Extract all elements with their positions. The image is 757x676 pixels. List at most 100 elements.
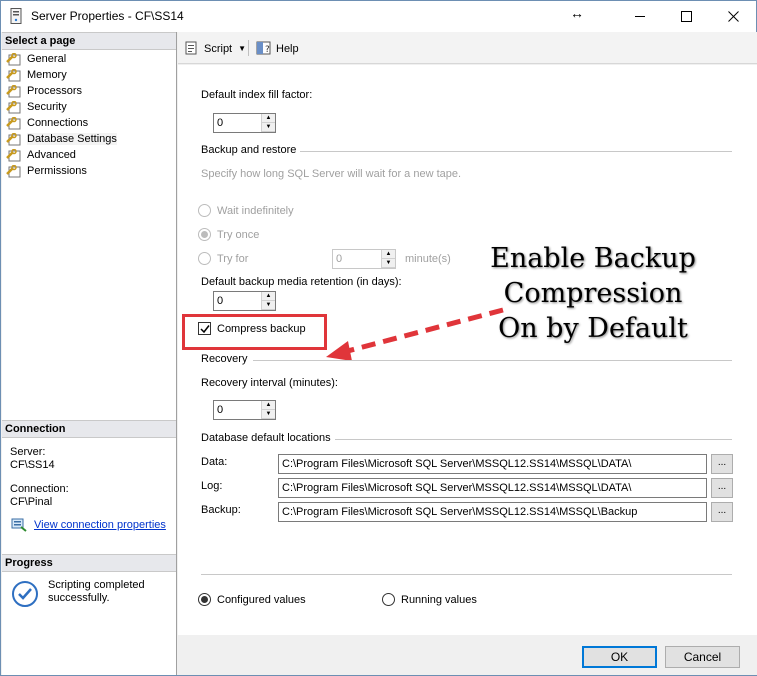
- backup-label: Backup:: [201, 504, 241, 516]
- page-item-permissions[interactable]: Permissions: [2, 163, 176, 179]
- page-item-label: Processors: [27, 85, 83, 97]
- title-bar[interactable]: Server Properties - CF\SS14 ↔: [1, 1, 756, 32]
- wait-indefinitely-radio[interactable]: Wait indefinitely: [198, 204, 294, 217]
- page-item-database-settings[interactable]: Database Settings: [2, 131, 176, 147]
- cancel-button[interactable]: Cancel: [665, 646, 740, 668]
- recovery-interval-label: Recovery interval (minutes):: [201, 377, 338, 389]
- progress-header: Progress: [2, 554, 176, 572]
- radio-circle: [198, 228, 211, 241]
- progress-text-line2: successfully.: [48, 592, 110, 604]
- configured-values-label: Configured values: [217, 593, 306, 606]
- close-button[interactable]: [710, 1, 756, 32]
- configured-values-radio[interactable]: Configured values: [198, 593, 306, 606]
- page-item-processors[interactable]: Processors: [2, 83, 176, 99]
- try-for-value[interactable]: 0: [333, 250, 381, 268]
- wrench-page-icon: [6, 132, 21, 145]
- spin-up-icon[interactable]: ▲: [382, 250, 395, 259]
- locations-group-label: Database default locations: [201, 432, 331, 444]
- ok-button[interactable]: OK: [582, 646, 657, 668]
- wrench-page-icon: [6, 100, 21, 113]
- spin-down-icon[interactable]: ▼: [382, 259, 395, 268]
- data-browse-button[interactable]: ...: [711, 454, 733, 474]
- page-item-security[interactable]: Security: [2, 99, 176, 115]
- script-button[interactable]: Script ▼: [184, 41, 246, 56]
- spin-down-icon[interactable]: ▼: [262, 123, 275, 132]
- chevron-down-icon[interactable]: ▼: [238, 44, 246, 53]
- spin-up-icon[interactable]: ▲: [262, 114, 275, 123]
- annotation-line1: Enable Backup: [490, 243, 696, 274]
- try-once-label: Try once: [217, 228, 260, 241]
- help-label: Help: [276, 42, 299, 55]
- select-page-header: Select a page: [2, 32, 176, 50]
- values-divider: [201, 574, 732, 575]
- help-button[interactable]: ? Help: [256, 41, 299, 56]
- page-item-advanced[interactable]: Advanced: [2, 147, 176, 163]
- page-item-general[interactable]: General: [2, 51, 176, 67]
- resize-arrows-icon: ↔: [570, 5, 584, 21]
- page-item-label: Permissions: [27, 165, 87, 177]
- log-path-input[interactable]: C:\Program Files\Microsoft SQL Server\MS…: [278, 478, 707, 498]
- annotation-line2: Compression: [503, 278, 683, 309]
- log-browse-button[interactable]: ...: [711, 478, 733, 498]
- compress-backup-label: Compress backup: [217, 322, 306, 335]
- radio-circle: [198, 204, 211, 217]
- backup-group-divider: [300, 151, 732, 152]
- page-item-connections[interactable]: Connections: [2, 115, 176, 131]
- spin-up-icon[interactable]: ▲: [262, 292, 275, 301]
- data-label: Data:: [201, 456, 228, 468]
- wrench-page-icon: [6, 148, 21, 161]
- locations-group-divider: [335, 439, 732, 440]
- window-title: Server Properties - CF\SS14: [31, 9, 184, 23]
- progress-status: Scripting completed successfully.: [12, 579, 145, 607]
- connection-properties-icon: [11, 518, 27, 532]
- server-label: Server:: [10, 446, 46, 458]
- spin-down-icon[interactable]: ▼: [262, 410, 275, 419]
- minimize-button[interactable]: [617, 1, 663, 32]
- help-icon: ?: [256, 41, 271, 55]
- view-connection-properties-link[interactable]: View connection properties: [11, 518, 166, 532]
- backup-hint: Specify how long SQL Server will wait fo…: [201, 168, 462, 180]
- toolbar-separator: [248, 40, 249, 56]
- running-values-radio[interactable]: Running values: [382, 593, 477, 606]
- toolbar: Script ▼ ? Help: [178, 32, 757, 64]
- database-settings-panel: Default index fill factor: 0 ▲ ▼ Backup a…: [178, 65, 757, 635]
- try-for-radio[interactable]: Try for: [198, 252, 248, 265]
- page-item-label: General: [27, 53, 67, 65]
- checkmark-icon: [200, 325, 210, 334]
- backup-browse-button[interactable]: ...: [711, 502, 733, 522]
- recovery-interval-value[interactable]: 0: [214, 401, 261, 419]
- backup-path-input[interactable]: C:\Program Files\Microsoft SQL Server\MS…: [278, 502, 707, 522]
- try-once-radio[interactable]: Try once: [198, 228, 259, 241]
- maximize-button[interactable]: [663, 1, 709, 32]
- page-item-label: Connections: [27, 117, 89, 129]
- script-label: Script: [204, 42, 233, 55]
- checkbox-box: [198, 322, 211, 335]
- compress-backup-checkbox[interactable]: Compress backup: [198, 322, 306, 335]
- spin-up-icon[interactable]: ▲: [262, 401, 275, 410]
- page-item-label: Security: [27, 101, 67, 113]
- server-icon: [10, 8, 22, 24]
- left-pane: Select a page General Memory Processors Sec…: [2, 32, 177, 675]
- fill-factor-spinner[interactable]: 0 ▲ ▼: [213, 113, 276, 133]
- spin-down-icon[interactable]: ▼: [262, 301, 275, 310]
- retention-spinner[interactable]: 0 ▲ ▼: [213, 291, 276, 311]
- wrench-page-icon: [6, 52, 21, 65]
- page-item-memory[interactable]: Memory: [2, 67, 176, 83]
- recovery-group-label: Recovery: [201, 353, 248, 365]
- connection-info: Connection: CF\Pinal: [10, 483, 69, 509]
- recovery-interval-spinner[interactable]: 0 ▲ ▼: [213, 400, 276, 420]
- data-path-input[interactable]: C:\Program Files\Microsoft SQL Server\MS…: [278, 454, 707, 474]
- wrench-page-icon: [6, 68, 21, 81]
- retention-value[interactable]: 0: [214, 292, 261, 310]
- view-connection-properties-label[interactable]: View connection properties: [34, 519, 166, 531]
- fill-factor-value[interactable]: 0: [214, 114, 261, 132]
- radio-circle: [198, 252, 211, 265]
- server-info: Server: CF\SS14: [10, 446, 55, 472]
- radio-circle: [198, 593, 211, 606]
- log-label: Log:: [201, 480, 223, 492]
- svg-text:?: ?: [265, 45, 270, 55]
- try-for-spinner[interactable]: 0 ▲ ▼: [332, 249, 396, 269]
- minutes-unit-label: minute(s): [405, 253, 451, 265]
- page-list: General Memory Processors Security Connectio…: [2, 51, 176, 179]
- wrench-page-icon: [6, 116, 21, 129]
